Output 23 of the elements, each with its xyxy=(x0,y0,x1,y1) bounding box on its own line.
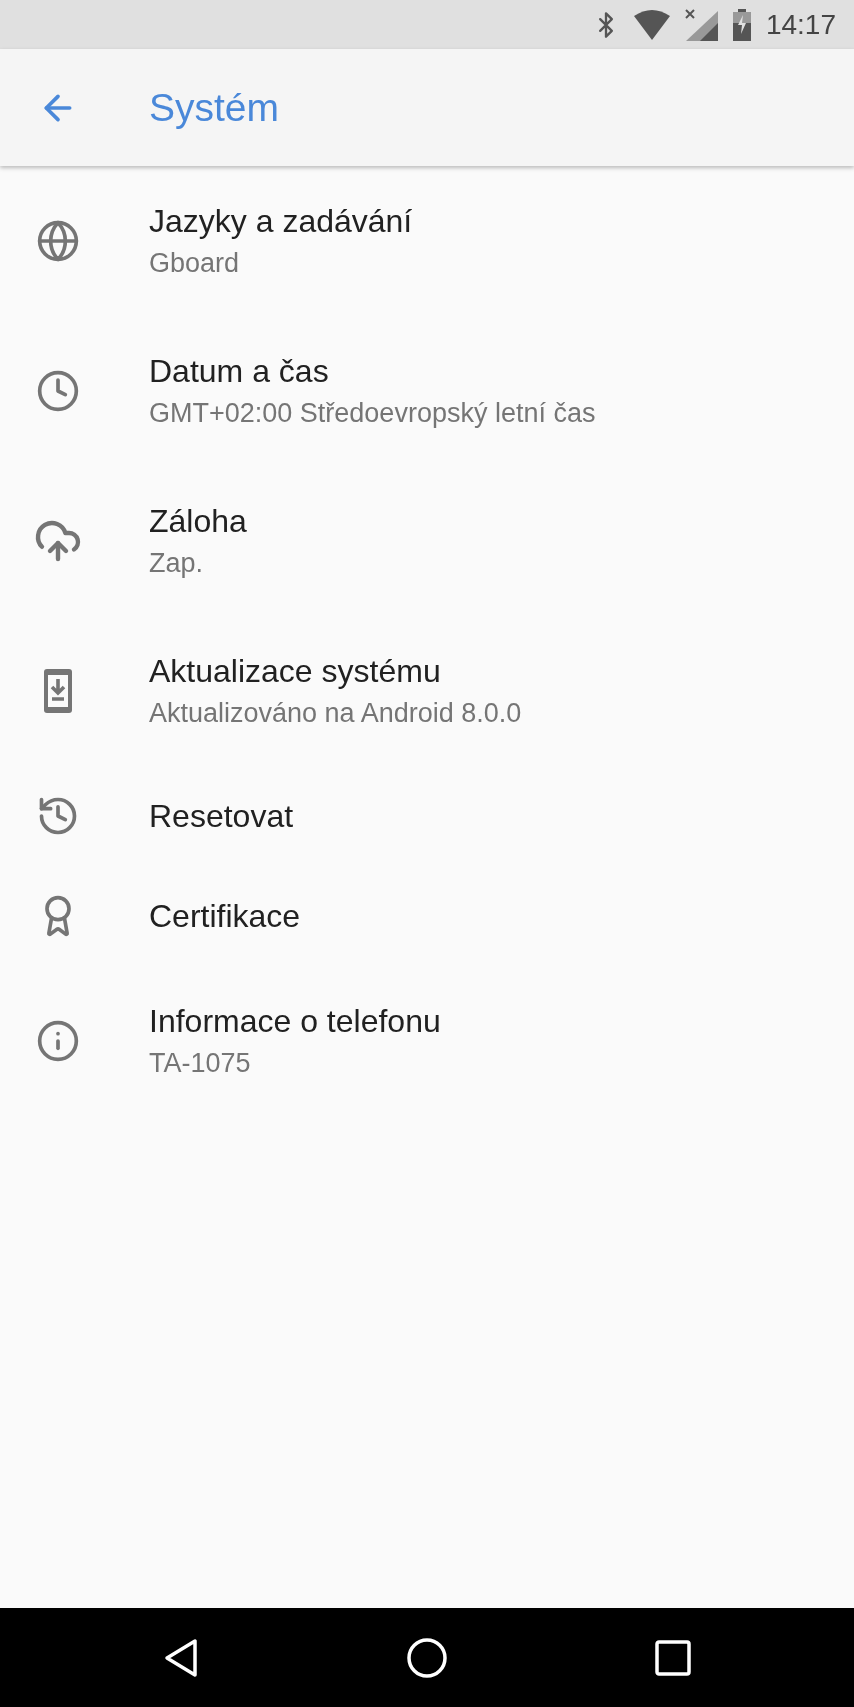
battery-icon xyxy=(731,8,752,41)
home-nav-button[interactable] xyxy=(406,1636,448,1679)
wifi-icon xyxy=(633,9,670,40)
setting-summary: TA-1075 xyxy=(149,1048,252,1079)
setting-summary: Gboard xyxy=(149,248,241,279)
back-nav-button[interactable] xyxy=(163,1637,200,1678)
setting-summary: GMT+02:00 Středoevropský letní čas xyxy=(149,398,596,429)
setting-title[interactable]: Záloha xyxy=(149,503,247,540)
info-icon xyxy=(36,1019,80,1063)
setting-summary: Zap. xyxy=(149,548,205,579)
setting-title[interactable]: Informace o telefonu xyxy=(149,1003,441,1040)
setting-title[interactable]: Aktualizace systému xyxy=(149,653,522,690)
setting-title[interactable]: Datum a čas xyxy=(149,353,596,390)
signal-icon xyxy=(683,8,718,41)
globe-icon xyxy=(36,219,80,263)
setting-title[interactable]: Jazyky a zadávání xyxy=(149,203,413,240)
clock-icon xyxy=(36,369,80,413)
setting-title[interactable]: Certifikace xyxy=(149,897,301,935)
status-time: 14:17 xyxy=(765,8,836,41)
setting-title[interactable]: Resetovat xyxy=(149,797,294,835)
screen-title: Systém xyxy=(149,85,280,130)
setting-summary: Aktualizováno na Android 8.0.0 xyxy=(149,698,522,729)
recents-nav-button[interactable] xyxy=(654,1639,691,1676)
